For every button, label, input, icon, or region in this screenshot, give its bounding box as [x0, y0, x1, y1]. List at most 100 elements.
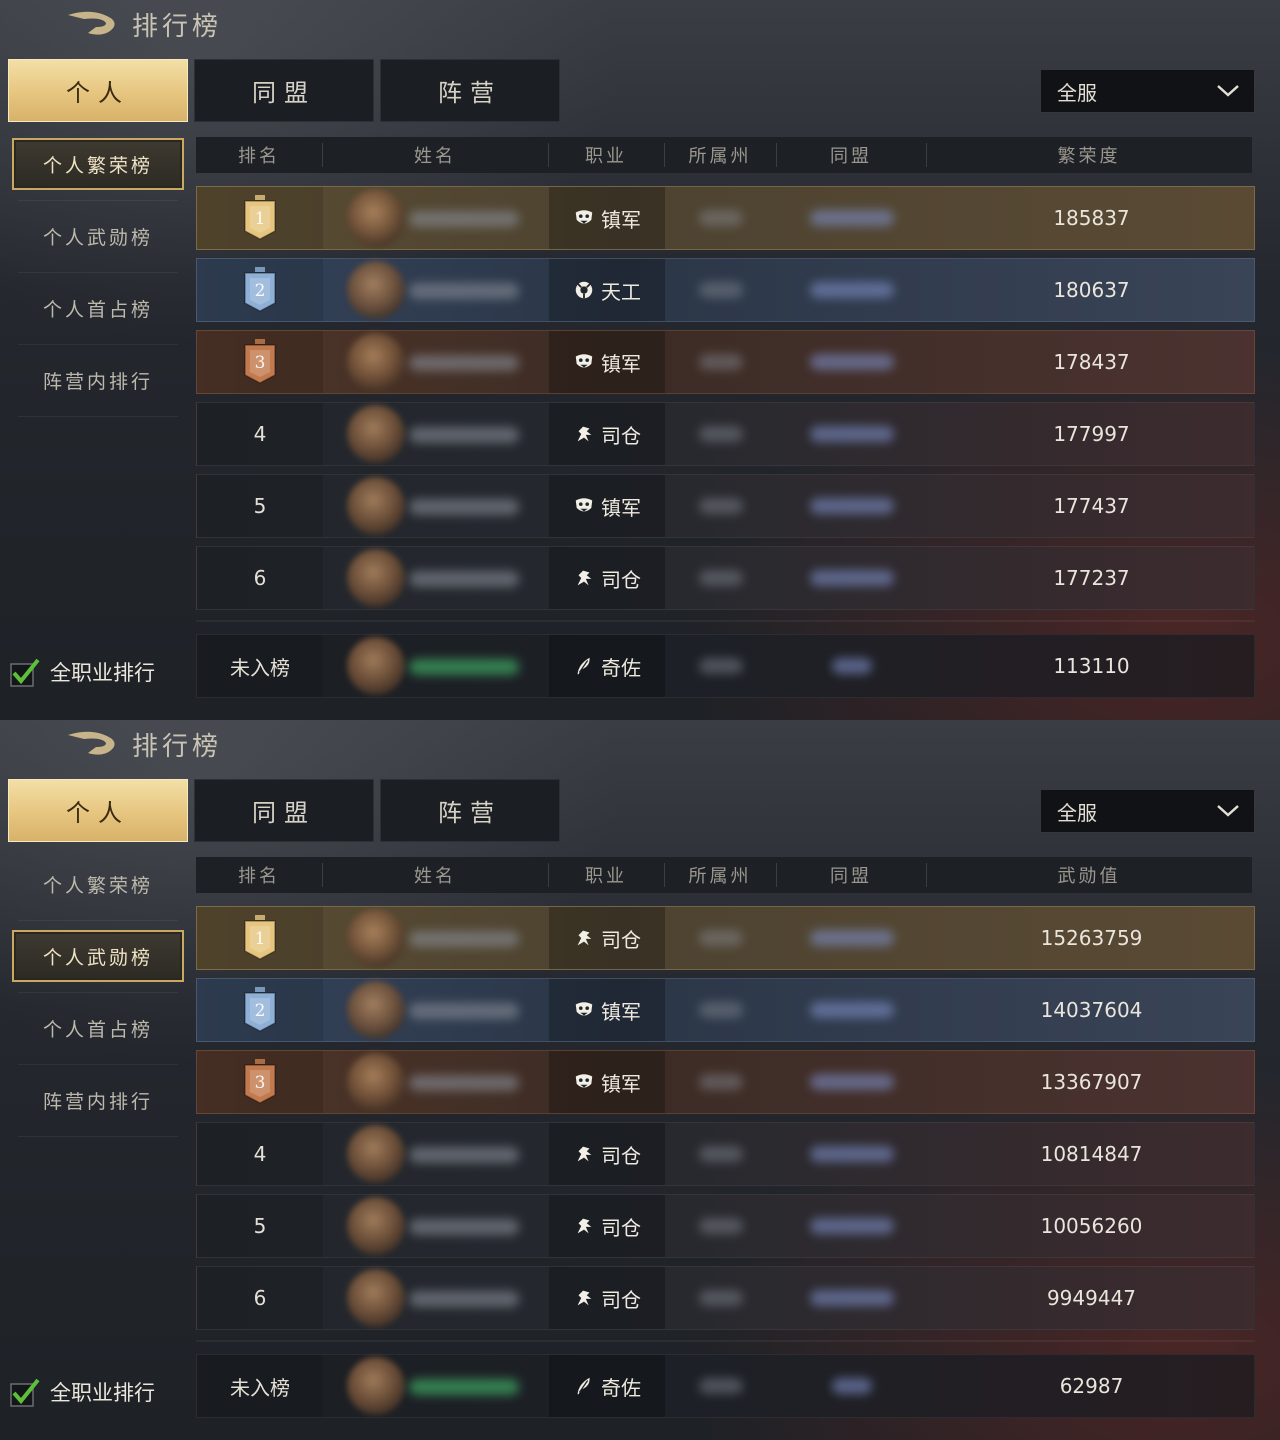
- profession: 天工: [549, 259, 665, 321]
- horse-icon: [577, 930, 592, 946]
- sidebar-item[interactable]: 个人首占榜: [12, 282, 184, 334]
- profession-label: 司仓: [601, 423, 641, 448]
- state-redacted: [665, 547, 777, 609]
- rank-medal-icon: 1: [244, 195, 276, 240]
- alliance-redacted: [777, 403, 927, 465]
- mask-icon: [575, 1002, 593, 1016]
- player-name-redacted: [409, 427, 519, 443]
- horse-icon: [577, 1146, 592, 1162]
- alliance-redacted: [777, 547, 927, 609]
- tab-alliance[interactable]: 同盟: [194, 59, 374, 122]
- sidebar-item[interactable]: 个人繁荣榜: [12, 138, 184, 190]
- my-rank-row[interactable]: 未入榜 奇佐 62987: [196, 1354, 1255, 1418]
- profession: 司仓: [549, 547, 665, 609]
- alliance-redacted: [777, 635, 927, 697]
- avatar: [347, 261, 405, 319]
- mask-icon: [575, 1074, 593, 1088]
- mask-icon: [575, 354, 593, 368]
- page-title: 排行榜: [132, 11, 223, 42]
- player-name-redacted: [409, 571, 519, 587]
- sidebar-divider: [18, 920, 178, 921]
- server-dropdown[interactable]: 全服: [1040, 69, 1255, 113]
- player-name-redacted: [409, 1379, 519, 1395]
- chevron-down-icon: [1217, 805, 1239, 817]
- ranking-panel: 排行榜个人 同盟 阵营 全服个人繁荣榜个人武勋榜个人首占榜阵营内排行全职业排行 排名 姓名…: [0, 0, 1280, 720]
- avatar: [347, 405, 405, 463]
- table-row[interactable]: 5 司仓 10056260: [196, 1194, 1255, 1258]
- profession-label: 镇军: [601, 999, 641, 1024]
- sidebar-item[interactable]: 阵营内排行: [12, 354, 184, 406]
- score-value: 177437: [1053, 494, 1130, 518]
- alliance-redacted: [777, 1355, 927, 1417]
- score-value: 177997: [1053, 422, 1130, 446]
- profession-label: 奇佐: [601, 655, 641, 680]
- sidebar-item[interactable]: 个人繁荣榜: [12, 858, 184, 910]
- sidebar-item[interactable]: 个人武勋榜: [12, 930, 184, 982]
- svg-text:3: 3: [255, 1073, 266, 1093]
- table-row[interactable]: 3 镇军 178437: [196, 330, 1255, 394]
- mask-icon: [575, 210, 593, 224]
- state-redacted: [665, 1355, 777, 1417]
- rank-badge: 2: [197, 259, 323, 321]
- alliance-redacted: [777, 187, 927, 249]
- alliance-redacted: [777, 1267, 927, 1329]
- profession: 镇军: [549, 475, 665, 537]
- table-header: 排名 姓名 职业 所属州 同盟 繁荣度: [196, 137, 1252, 173]
- player-name-redacted: [409, 499, 519, 515]
- table-row[interactable]: 6 司仓 9949447: [196, 1266, 1255, 1330]
- column-header: 所属州: [688, 146, 752, 167]
- title-bar: 排行榜: [66, 724, 222, 764]
- my-rank-row[interactable]: 未入榜 奇佐 113110: [196, 634, 1255, 698]
- header-divider: [776, 863, 777, 887]
- state-redacted: [665, 259, 777, 321]
- my-rank: 未入榜: [197, 1355, 323, 1417]
- player-name-redacted: [409, 931, 519, 947]
- alliance-redacted: [777, 259, 927, 321]
- server-dropdown[interactable]: 全服: [1040, 789, 1255, 833]
- table-row[interactable]: 5 镇军 177437: [196, 474, 1255, 538]
- tab-personal[interactable]: 个人: [8, 779, 188, 842]
- profession: 司仓: [549, 907, 665, 969]
- table-row[interactable]: 1 司仓 15263759: [196, 906, 1255, 970]
- mask-icon: [575, 498, 593, 512]
- column-header: 姓名: [414, 146, 456, 167]
- score-value: 180637: [1053, 278, 1130, 302]
- rank-badge: 1: [197, 907, 323, 969]
- tab-personal[interactable]: 个人: [8, 59, 188, 122]
- back-arrow-icon[interactable]: [66, 727, 120, 761]
- table-row[interactable]: 4 司仓 10814847: [196, 1122, 1255, 1186]
- profession: 司仓: [549, 1195, 665, 1257]
- back-arrow-icon[interactable]: [66, 7, 120, 41]
- score-value: 10056260: [1040, 1214, 1143, 1238]
- table-row[interactable]: 1 镇军 185837: [196, 186, 1255, 250]
- table-row[interactable]: 2 天工 180637: [196, 258, 1255, 322]
- sidebar-item[interactable]: 个人武勋榜: [12, 210, 184, 262]
- state-redacted: [665, 1051, 777, 1113]
- all-classes-checkbox[interactable]: 全职业排行: [8, 1376, 155, 1408]
- score-value: 178437: [1053, 350, 1130, 374]
- table-row[interactable]: 4 司仓 177997: [196, 402, 1255, 466]
- table-row[interactable]: 2 镇军 14037604: [196, 978, 1255, 1042]
- avatar: [347, 1357, 405, 1415]
- column-header: 繁荣度: [1057, 146, 1121, 167]
- table-row[interactable]: 6 司仓 177237: [196, 546, 1255, 610]
- tab-alliance[interactable]: 同盟: [194, 779, 374, 842]
- state-redacted: [665, 475, 777, 537]
- state-redacted: [665, 979, 777, 1041]
- table-row[interactable]: 3 镇军 13367907: [196, 1050, 1255, 1114]
- server-dropdown-value: 全服: [1057, 800, 1097, 825]
- rank-number: 4: [197, 1123, 323, 1185]
- alliance-redacted: [777, 331, 927, 393]
- tab-faction[interactable]: 阵营: [380, 59, 560, 122]
- all-classes-checkbox[interactable]: 全职业排行: [8, 656, 155, 688]
- sidebar-item[interactable]: 阵营内排行: [12, 1074, 184, 1126]
- tab-faction[interactable]: 阵营: [380, 779, 560, 842]
- state-redacted: [665, 1267, 777, 1329]
- sidebar-item[interactable]: 个人首占榜: [12, 1002, 184, 1054]
- player-name-redacted: [409, 1003, 519, 1019]
- profession: 司仓: [549, 1267, 665, 1329]
- profession-label: 司仓: [601, 1287, 641, 1312]
- checkbox-label: 全职业排行: [50, 1381, 155, 1405]
- column-header: 排名: [238, 866, 280, 887]
- score-value: 177237: [1053, 566, 1130, 590]
